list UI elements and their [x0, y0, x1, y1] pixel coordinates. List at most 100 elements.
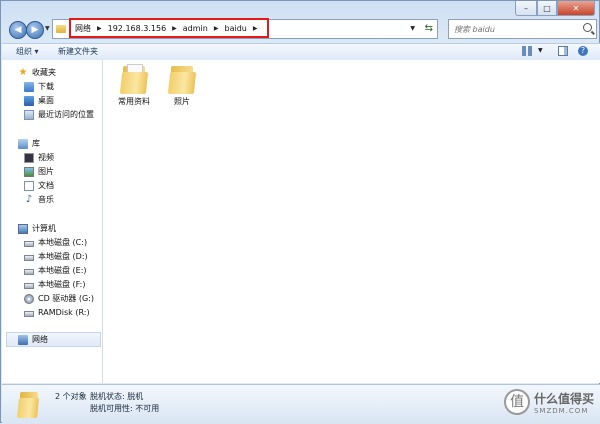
downloads-folder-icon: [24, 81, 34, 92]
sidebar-item-label: 本地磁盘 (C:): [38, 238, 88, 247]
sidebar-favorites[interactable]: ★ 收藏夹: [18, 66, 56, 79]
search-input[interactable]: [452, 23, 576, 35]
list-item[interactable]: 常用资料: [110, 64, 158, 107]
sidebar-item-videos[interactable]: 视频: [24, 151, 54, 164]
minimize-button[interactable]: –: [515, 1, 537, 16]
document-library-icon: [24, 180, 34, 191]
sidebar-item-label: 图片: [38, 167, 54, 176]
explorer-window: – □ ✕ ◀ ▶ ▼ 网络 ▶ 192.168.3.156 ▶ admin ▶…: [0, 0, 600, 424]
chevron-right-icon[interactable]: ▶: [97, 25, 102, 32]
sidebar-item-label: RAMDisk (R:): [38, 308, 90, 317]
search-box: [448, 19, 597, 39]
watermark-domain: SMZDM.COM: [533, 406, 589, 415]
file-name: 照片: [174, 97, 190, 106]
music-note-icon: ♪: [25, 193, 33, 205]
address-bar[interactable]: 网络 ▶ 192.168.3.156 ▶ admin ▶ baidu ▶ ▼ ⇆: [52, 18, 438, 39]
sidebar-item-label: 最近访问的位置: [38, 110, 94, 119]
sidebar-item-pictures[interactable]: 图片: [24, 165, 54, 178]
hard-drive-icon: [24, 311, 34, 317]
offline-availability: 脱机可用性: 不可用: [90, 404, 160, 413]
breadcrumb-host[interactable]: 192.168.3.156: [108, 24, 167, 33]
folder-icon: [119, 64, 149, 94]
sidebar-item-drive-r[interactable]: RAMDisk (R:): [24, 306, 90, 319]
preview-pane-icon[interactable]: [558, 46, 568, 56]
help-icon[interactable]: ?: [578, 46, 588, 56]
folder-icon: [167, 64, 197, 94]
chevron-right-icon[interactable]: ▶: [253, 25, 258, 32]
item-count: 2 个对象: [55, 392, 87, 401]
sidebar-item-drive-c[interactable]: 本地磁盘 (C:): [24, 236, 87, 249]
change-view-icon[interactable]: [522, 46, 532, 56]
hard-drive-icon: [24, 269, 34, 275]
navigation-pane: ★ 收藏夹 下载 桌面 最近访问的位置 库 视频 图片 文档 ♪ 音乐 计算机 …: [2, 60, 103, 383]
sidebar-item-label: 网络: [32, 335, 48, 344]
sidebar-item-label: CD 驱动器 (G:): [38, 294, 94, 303]
sidebar-item-label: 本地磁盘 (D:): [38, 252, 88, 261]
sidebar-item-desktop[interactable]: 桌面: [24, 94, 54, 107]
sidebar-item-drive-g[interactable]: CD 驱动器 (G:): [24, 292, 94, 305]
close-button[interactable]: ✕: [557, 1, 595, 16]
sidebar-network[interactable]: 网络: [18, 333, 48, 346]
breadcrumb-baidu[interactable]: baidu: [224, 24, 246, 33]
address-history-dropdown-icon[interactable]: ▼: [410, 25, 415, 32]
watermark-logo-icon: 值: [503, 389, 530, 415]
sidebar-item-label: 本地磁盘 (E:): [38, 266, 87, 275]
sidebar-item-label: 收藏夹: [32, 68, 56, 77]
file-list-pane[interactable]: 常用资料 照片: [103, 60, 600, 383]
sidebar-item-recent-places[interactable]: 最近访问的位置: [24, 108, 94, 121]
sidebar-item-label: 桌面: [38, 96, 54, 105]
back-button[interactable]: ◀: [9, 21, 27, 39]
forward-button[interactable]: ▶: [26, 21, 44, 39]
maximize-button[interactable]: □: [537, 1, 557, 16]
sidebar-item-drive-d[interactable]: 本地磁盘 (D:): [24, 250, 88, 263]
chevron-right-icon[interactable]: ▶: [172, 25, 177, 32]
sidebar-item-documents[interactable]: 文档: [24, 179, 54, 192]
video-library-icon: [24, 152, 34, 163]
offline-status: 脱机状态: 脱机: [90, 392, 144, 401]
sidebar-item-label: 下载: [38, 82, 54, 91]
sidebar-item-label: 本地磁盘 (F:): [38, 280, 86, 289]
picture-library-icon: [24, 166, 34, 177]
navigation-bar: ◀ ▶ ▼ 网络 ▶ 192.168.3.156 ▶ admin ▶ baidu…: [5, 18, 597, 41]
sidebar-item-music[interactable]: ♪ 音乐: [24, 193, 54, 206]
folder-icon: [56, 25, 66, 33]
desktop-icon: [24, 95, 34, 106]
recent-pages-dropdown-icon[interactable]: ▼: [45, 25, 50, 32]
hard-drive-icon: [24, 283, 34, 289]
sidebar-libraries[interactable]: 库: [18, 137, 40, 150]
sidebar-item-label: 库: [32, 139, 40, 148]
view-options-dropdown-icon[interactable]: ▼: [538, 47, 543, 54]
system-drive-icon: [24, 241, 34, 247]
breadcrumb-network[interactable]: 网络: [75, 23, 91, 34]
library-icon: [18, 138, 28, 149]
hard-drive-icon: [24, 255, 34, 261]
sidebar-item-label: 计算机: [32, 224, 56, 233]
file-name: 常用资料: [118, 97, 150, 106]
computer-icon: [18, 223, 28, 234]
network-icon: [18, 334, 28, 345]
watermark: 值 什么值得买 SMZDM.COM: [503, 389, 594, 415]
sidebar-item-drive-f[interactable]: 本地磁盘 (F:): [24, 278, 85, 291]
watermark-text: 什么值得买: [533, 391, 594, 406]
refresh-icon[interactable]: ⇆: [425, 23, 433, 34]
sidebar-item-downloads[interactable]: 下载: [24, 80, 54, 93]
search-icon[interactable]: [583, 23, 592, 32]
breadcrumb-admin[interactable]: admin: [183, 24, 208, 33]
sidebar-item-label: 文档: [38, 181, 54, 190]
new-folder-button[interactable]: 新建文件夹: [58, 46, 98, 57]
list-item[interactable]: 照片: [158, 64, 206, 107]
command-bar: 组织 ▾ 新建文件夹 ▼ ?: [2, 43, 600, 61]
sidebar-computer[interactable]: 计算机: [18, 222, 56, 235]
details-pane: 2 个对象 脱机状态: 脱机 脱机可用性: 不可用 值 什么值得买 SMZDM.…: [2, 384, 600, 424]
sidebar-item-drive-e[interactable]: 本地磁盘 (E:): [24, 264, 87, 277]
chevron-right-icon[interactable]: ▶: [214, 25, 219, 32]
sidebar-item-label: 音乐: [38, 195, 54, 204]
breadcrumb: 网络 ▶ 192.168.3.156 ▶ admin ▶ baidu ▶: [69, 18, 270, 38]
folder-icon: [16, 390, 40, 418]
sidebar-item-label: 视频: [38, 153, 54, 162]
organize-button[interactable]: 组织 ▾: [16, 46, 39, 57]
star-icon: ★: [18, 66, 28, 78]
cd-drive-icon: [24, 293, 34, 304]
recent-places-icon: [24, 109, 34, 120]
window-controls: – □ ✕: [515, 1, 595, 16]
